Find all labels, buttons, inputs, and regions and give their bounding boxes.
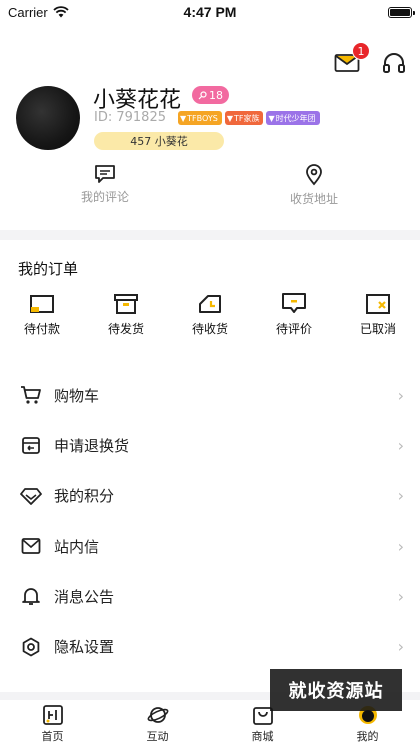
- tab-label: 首页: [41, 730, 64, 743]
- tag-tfboys: ▼ TFBOYS: [178, 111, 222, 125]
- headphones-icon[interactable]: [382, 52, 406, 74]
- planet-icon: [147, 707, 168, 723]
- comment-icon: [95, 165, 115, 183]
- box-icon: [114, 294, 138, 314]
- shipping-address-link[interactable]: 收货地址: [264, 164, 364, 207]
- chevron-right-icon: ›: [397, 536, 404, 556]
- chevron-right-icon: ›: [397, 385, 404, 405]
- menu-label: 申请退换货: [54, 436, 130, 455]
- tag-tf-family: ▼ TF家族: [224, 111, 264, 125]
- settings-menu: 购物车 › 申请退换货 › 我的积分 › 站内信 › 消息公告 › 隐私设置 ›: [0, 370, 420, 672]
- order-to-receive[interactable]: 待收货: [168, 292, 252, 337]
- settings-icon: [22, 637, 40, 657]
- wifi-icon: [53, 6, 69, 18]
- my-comments-link[interactable]: 我的评论: [55, 164, 155, 205]
- order-label: 已取消: [359, 322, 396, 336]
- menu-item-privacy[interactable]: 隐私设置 ›: [0, 621, 420, 671]
- chevron-right-icon: ›: [397, 586, 404, 606]
- order-label: 待收货: [191, 322, 228, 336]
- return-icon: [22, 437, 40, 455]
- user-id: ID: 791825: [94, 110, 166, 125]
- order-label: 待评价: [275, 322, 312, 336]
- fans-count[interactable]: 457 小葵花: [94, 132, 224, 150]
- messages-button[interactable]: 1: [334, 42, 370, 74]
- diamond-icon: [20, 487, 42, 505]
- menu-label: 站内信: [54, 537, 100, 556]
- cancelled-icon: [366, 294, 390, 314]
- location-pin-icon: [306, 164, 322, 186]
- level-value: 18: [209, 88, 223, 102]
- menu-label: 隐私设置: [54, 638, 115, 657]
- chevron-right-icon: ›: [397, 637, 404, 657]
- orders-menu-card: 我的订单 待付款 待发货 待收货 待评价 已取消 购物车 › 申请退换货 › 我…: [0, 240, 420, 692]
- carrier-label: Carrier: [8, 4, 48, 20]
- order-to-review[interactable]: 待评价: [252, 292, 336, 337]
- avatar[interactable]: [16, 86, 80, 150]
- home-icon: [42, 705, 63, 725]
- wallet-icon: [30, 295, 54, 313]
- orders-title: 我的订单: [18, 260, 79, 278]
- message-badge: 1: [352, 42, 370, 60]
- key-icon: [198, 90, 207, 99]
- cart-icon: [21, 386, 41, 404]
- profile-card: 1 小葵花花 18 ID: 791825 ▼ TFBOYS ▼ TF家族 ▼ 时代少年…: [0, 24, 420, 230]
- menu-label: 我的积分: [54, 487, 115, 506]
- fan-club-tags: ▼ TFBOYS ▼ TF家族 ▼ 时代少年团: [178, 111, 320, 125]
- tag-label: TFBOYS: [187, 113, 218, 123]
- order-cancelled[interactable]: 已取消: [336, 292, 420, 337]
- menu-label: 消息公告: [54, 587, 115, 606]
- status-bar: Carrier 4:47 PM: [0, 0, 420, 24]
- review-icon: [282, 293, 306, 313]
- tag-label: TF家族: [233, 113, 260, 123]
- v-badge-icon: ▼: [226, 113, 233, 123]
- tag-label: 时代少年团: [275, 113, 316, 123]
- tab-label: 互动: [146, 730, 169, 743]
- tab-interact[interactable]: 互动: [105, 700, 210, 746]
- level-badge: 18: [192, 86, 229, 104]
- order-label: 待付款: [23, 322, 60, 336]
- watermark-overlay: 就收资源站: [270, 669, 402, 711]
- tab-home[interactable]: 首页: [0, 700, 105, 746]
- menu-item-announcements[interactable]: 消息公告 ›: [0, 571, 420, 621]
- chevron-right-icon: ›: [397, 435, 404, 455]
- menu-item-inbox[interactable]: 站内信 ›: [0, 521, 420, 571]
- tab-label: 商城: [251, 730, 274, 743]
- v-badge-icon: ▼: [180, 113, 187, 123]
- quick-label: 我的评论: [80, 190, 129, 204]
- quick-label: 收货地址: [289, 192, 338, 206]
- order-pending-payment[interactable]: 待付款: [0, 292, 84, 337]
- battery-icon: [388, 6, 415, 18]
- truck-icon: [199, 295, 221, 313]
- order-to-ship[interactable]: 待发货: [84, 292, 168, 337]
- order-label: 待发货: [107, 322, 144, 336]
- mail-icon: [21, 538, 41, 554]
- tab-label: 我的: [356, 730, 379, 743]
- menu-label: 购物车: [54, 386, 100, 405]
- menu-item-cart[interactable]: 购物车 ›: [0, 370, 420, 420]
- chevron-right-icon: ›: [397, 486, 404, 506]
- order-status-row: 待付款 待发货 待收货 待评价 已取消: [0, 292, 420, 337]
- bell-icon: [22, 588, 40, 606]
- menu-item-points[interactable]: 我的积分 ›: [0, 471, 420, 521]
- tag-tnt: ▼ 时代少年团: [266, 111, 320, 125]
- menu-item-returns[interactable]: 申请退换货 ›: [0, 420, 420, 470]
- v-badge-icon: ▼: [268, 113, 275, 123]
